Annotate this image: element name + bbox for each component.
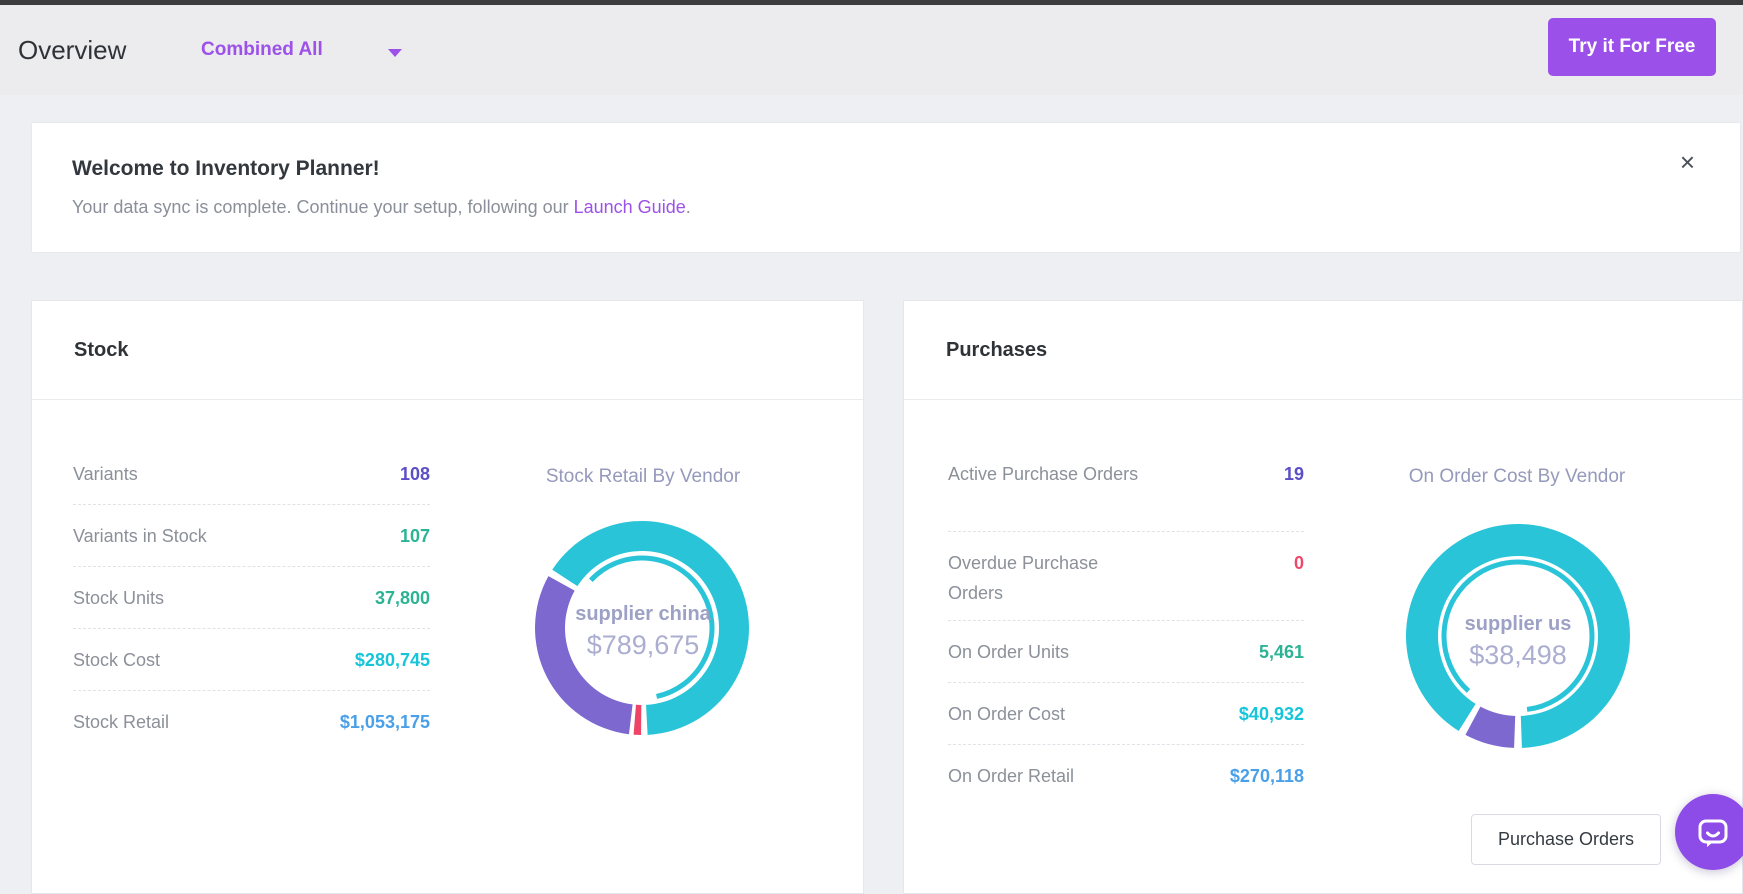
chat-smiley-icon [1694,813,1732,851]
launch-guide-link[interactable]: Launch Guide [574,197,686,217]
donut-highlight-ring [591,558,712,696]
stat-value: 0 [1294,548,1304,578]
chevron-down-icon [388,49,402,57]
stat-row-active-purchase-orders: Active Purchase Orders 19 [948,443,1304,532]
stat-row-stock-retail: Stock Retail $1,053,175 [73,691,430,753]
stat-label: Overdue Purchase Orders [948,548,1148,608]
top-bar: Overview Combined All Try it For Free [0,5,1743,95]
stock-chart-title: Stock Retail By Vendor [443,466,843,488]
stat-row-variants-in-stock: Variants in Stock 107 [73,505,430,567]
stat-label: Stock Units [73,583,164,613]
try-it-for-free-button[interactable]: Try it For Free [1548,18,1716,76]
stat-label: Stock Retail [73,707,169,737]
stat-row-on-order-retail: On Order Retail $270,118 [948,745,1304,807]
purchase-orders-button[interactable]: Purchase Orders [1471,814,1661,865]
connection-filter-label: Combined All [201,39,323,60]
stat-row-on-order-cost: On Order Cost $40,932 [948,683,1304,745]
stat-value: 5,461 [1259,637,1304,667]
page-title: Overview [18,5,126,95]
stock-stats-list: Variants 108 Variants in Stock 107 Stock… [73,443,430,753]
stat-row-stock-cost: Stock Cost $280,745 [73,629,430,691]
stat-value: 107 [400,521,430,551]
connection-filter-dropdown[interactable]: Combined All [201,5,323,95]
on-order-cost-by-vendor-chart [1393,511,1643,761]
stat-row-on-order-units: On Order Units 5,461 [948,621,1304,683]
chat-launcher[interactable] [1675,794,1743,870]
welcome-banner: Welcome to Inventory Planner! Your data … [31,122,1741,253]
banner-message: Your data sync is complete. Continue you… [72,197,691,218]
stat-value: $40,932 [1239,699,1304,729]
stat-label: On Order Cost [948,699,1065,729]
stat-value: 108 [400,459,430,489]
stat-value: 37,800 [375,583,430,613]
close-icon[interactable]: × [1680,149,1695,175]
purchases-card-title: Purchases [904,301,1742,400]
stat-label: On Order Units [948,637,1069,667]
donut-slice-supplier-us[interactable] [1406,524,1630,748]
banner-message-period: . [686,197,691,217]
donut-slice-small[interactable] [634,705,642,735]
stock-card-title: Stock [32,301,863,400]
purchases-stats-list: Active Purchase Orders 19 Overdue Purcha… [948,443,1304,807]
stat-label: On Order Retail [948,761,1074,791]
banner-title: Welcome to Inventory Planner! [72,157,380,181]
stock-card: Stock Variants 108 Variants in Stock 107… [31,300,864,894]
stat-row-stock-units: Stock Units 37,800 [73,567,430,629]
donut-highlight-ring [1444,562,1592,709]
donut-slice-other[interactable] [535,576,633,734]
stat-value: $270,118 [1230,761,1304,791]
banner-message-text: Your data sync is complete. Continue you… [72,197,574,217]
stock-retail-by-vendor-chart [522,508,762,748]
stat-label: Variants in Stock [73,521,207,551]
stat-label: Variants [73,459,138,489]
purchases-chart-title: On Order Cost By Vendor [1317,466,1717,488]
stat-value: 19 [1284,459,1304,489]
stat-value: $280,745 [355,645,430,675]
stat-label: Active Purchase Orders [948,459,1148,489]
stat-row-overdue-purchase-orders: Overdue Purchase Orders 0 [948,532,1304,621]
stat-row-variants: Variants 108 [73,443,430,505]
purchases-card: Purchases Active Purchase Orders 19 Over… [903,300,1743,894]
screen: Overview Combined All Try it For Free We… [0,0,1743,894]
stat-value: $1,053,175 [340,707,430,737]
donut-slice-other[interactable] [1465,707,1515,748]
stat-label: Stock Cost [73,645,160,675]
